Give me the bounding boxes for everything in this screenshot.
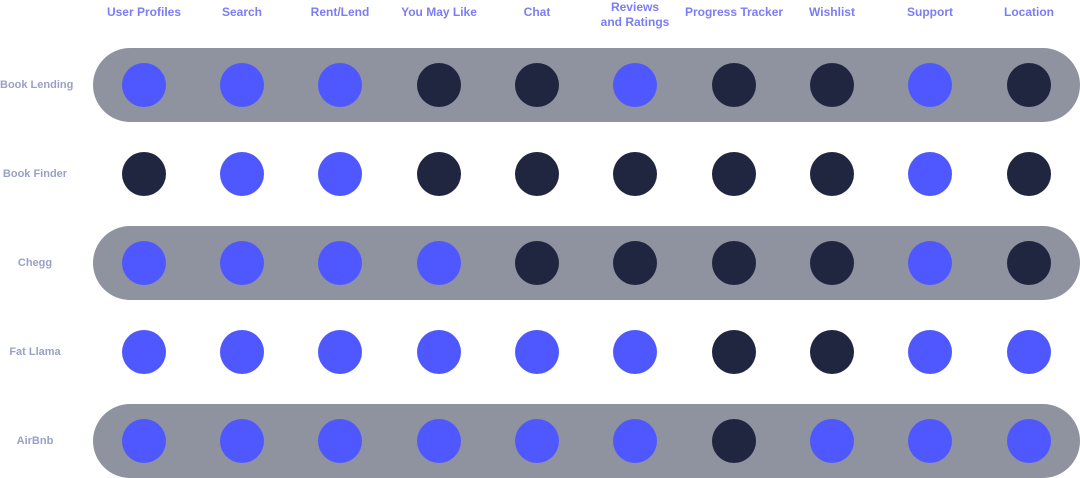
feature-absent-dot xyxy=(1007,241,1051,285)
feature-absent-dot xyxy=(613,241,657,285)
feature-absent-dot xyxy=(515,63,559,107)
feature-present-dot xyxy=(908,330,952,374)
column-header: Reviews and Ratings xyxy=(600,0,670,29)
feature-present-dot xyxy=(810,419,854,463)
feature-present-dot xyxy=(220,63,264,107)
feature-present-dot xyxy=(220,152,264,196)
feature-absent-dot xyxy=(810,330,854,374)
feature-absent-dot xyxy=(1007,152,1051,196)
feature-present-dot xyxy=(220,419,264,463)
feature-present-dot xyxy=(318,63,362,107)
feature-absent-dot xyxy=(613,152,657,196)
column-header: You May Like xyxy=(401,5,477,19)
column-header: Rent/Lend xyxy=(310,5,370,19)
row-label: Chegg xyxy=(17,257,53,269)
feature-absent-dot xyxy=(515,152,559,196)
feature-absent-dot xyxy=(417,63,461,107)
feature-present-dot xyxy=(220,241,264,285)
column-header: Support xyxy=(907,5,953,19)
feature-present-dot xyxy=(613,419,657,463)
feature-present-dot xyxy=(515,419,559,463)
feature-absent-dot xyxy=(712,330,756,374)
row-label: Fat Llama xyxy=(9,346,61,358)
feature-present-dot xyxy=(908,63,952,107)
feature-present-dot xyxy=(1007,419,1051,463)
feature-present-dot xyxy=(417,419,461,463)
feature-absent-dot xyxy=(712,419,756,463)
feature-present-dot xyxy=(122,241,166,285)
feature-absent-dot xyxy=(712,152,756,196)
feature-absent-dot xyxy=(515,241,559,285)
feature-present-dot xyxy=(318,152,362,196)
row-label: Book Lending xyxy=(0,79,74,91)
feature-present-dot xyxy=(613,63,657,107)
column-header: Progress Tracker xyxy=(684,5,784,19)
feature-present-dot xyxy=(318,419,362,463)
feature-present-dot xyxy=(908,419,952,463)
feature-present-dot xyxy=(318,241,362,285)
feature-present-dot xyxy=(122,63,166,107)
feature-absent-dot xyxy=(417,152,461,196)
column-header: Location xyxy=(1004,5,1054,19)
feature-present-dot xyxy=(417,241,461,285)
feature-absent-dot xyxy=(1007,63,1051,107)
feature-absent-dot xyxy=(810,63,854,107)
feature-present-dot xyxy=(417,330,461,374)
column-header: User Profiles xyxy=(106,5,182,19)
feature-present-dot xyxy=(1007,330,1051,374)
row-label: Book Finder xyxy=(2,168,68,180)
feature-present-dot xyxy=(515,330,559,374)
row-label: AirBnb xyxy=(16,435,54,447)
feature-absent-dot xyxy=(122,152,166,196)
feature-present-dot xyxy=(908,152,952,196)
feature-present-dot xyxy=(318,330,362,374)
feature-present-dot xyxy=(908,241,952,285)
column-header: Wishlist xyxy=(809,5,855,19)
feature-absent-dot xyxy=(810,152,854,196)
feature-present-dot xyxy=(122,419,166,463)
column-header: Search xyxy=(221,5,263,19)
column-header: Chat xyxy=(523,5,551,19)
feature-absent-dot xyxy=(810,241,854,285)
feature-present-dot xyxy=(220,330,264,374)
feature-present-dot xyxy=(122,330,166,374)
feature-present-dot xyxy=(613,330,657,374)
feature-absent-dot xyxy=(712,241,756,285)
feature-absent-dot xyxy=(712,63,756,107)
